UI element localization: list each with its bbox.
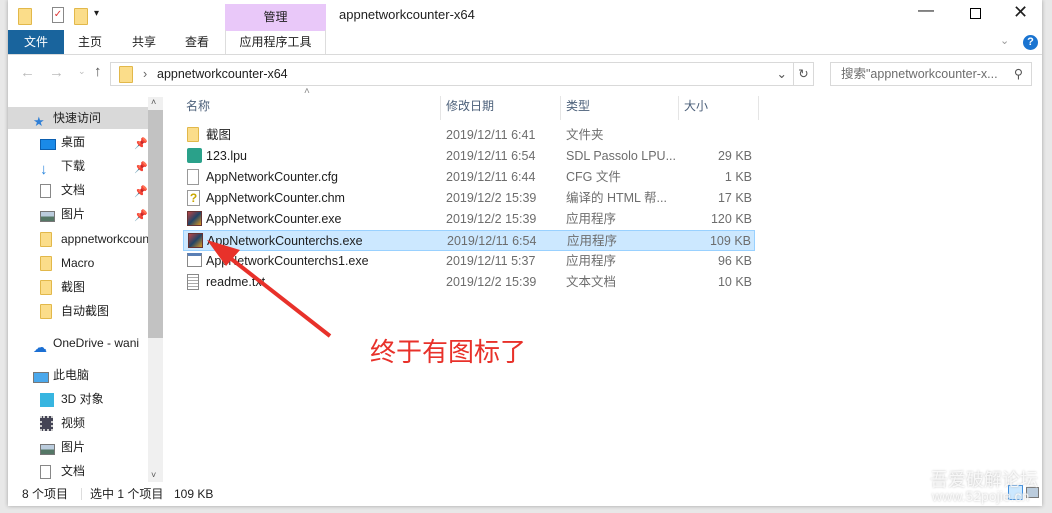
watermark-url: www.52pojie.cn	[932, 488, 1030, 504]
annotation-text: 终于有图标了	[370, 337, 527, 367]
annotation-arrow	[207, 240, 332, 338]
